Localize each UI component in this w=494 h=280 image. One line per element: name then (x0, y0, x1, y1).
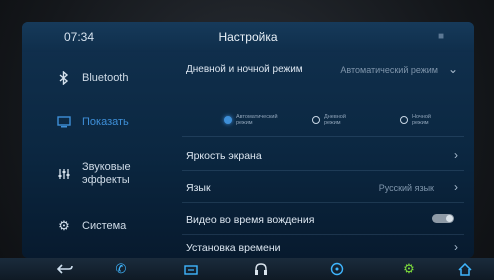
sidebar-item-bluetooth[interactable]: Bluetooth (22, 58, 172, 98)
settings-button[interactable]: ⚙ (400, 260, 418, 278)
sidebar-item-label: Bluetooth (82, 71, 129, 84)
radio-day-mode[interactable]: Дневной режим (312, 114, 358, 126)
bluetooth-icon (56, 70, 72, 86)
radio-label: Ночной режим (412, 114, 431, 126)
music-button[interactable] (252, 260, 270, 278)
settings-list: Дневной и ночной режим Автоматический ре… (172, 52, 474, 258)
bottom-dock: ✆ ⚙ (0, 258, 494, 280)
radio-night-mode[interactable]: Ночной режим (400, 114, 446, 126)
video-while-driving-row: Видео во время вождения (182, 204, 464, 235)
settings-sidebar: Bluetooth Показать Звуковые эффекты ⚙ Си… (22, 52, 172, 258)
radio-selected-icon (224, 116, 232, 124)
status-icon: ■ (438, 31, 445, 42)
radio-unselected-icon (312, 116, 320, 124)
phone-icon: ✆ (115, 261, 127, 276)
day-night-mode-row[interactable]: Дневной и ночной режим Автоматический ре… (182, 52, 464, 137)
radio-label: Автоматический режим (236, 114, 278, 126)
car-button[interactable] (328, 260, 346, 278)
settings-icon: ⚙ (403, 261, 415, 276)
chevron-right-icon: › (454, 148, 458, 162)
radio-unselected-icon (400, 116, 408, 124)
sidebar-item-label: Звуковые эффекты (82, 161, 131, 186)
sidebar-item-system[interactable]: ⚙ Система (22, 206, 172, 246)
radio-icon (184, 264, 198, 275)
equalizer-icon (56, 166, 72, 182)
language-value: Русский язык (378, 183, 434, 193)
video-while-driving-label: Видео во время вождения (186, 214, 315, 226)
brightness-label: Яркость экрана (186, 150, 262, 162)
headphones-icon (255, 263, 267, 275)
time-setting-row[interactable]: Установка времени › (182, 236, 464, 258)
day-night-mode-value: Автоматический режим (340, 65, 438, 75)
chevron-right-icon: › (454, 180, 458, 194)
day-night-mode-label: Дневной и ночной режим (186, 64, 303, 75)
phone-button[interactable]: ✆ (112, 260, 130, 278)
back-button[interactable] (56, 260, 74, 278)
sidebar-item-display[interactable]: Показать (22, 102, 172, 142)
steering-wheel-icon (330, 262, 344, 276)
sidebar-item-sound-effects[interactable]: Звуковые эффекты (22, 152, 172, 196)
language-row[interactable]: Язык Русский язык › (182, 172, 464, 203)
head-unit-screen: 07:34 Настройка ■ Bluetooth Показать Зву… (22, 22, 474, 258)
gear-icon: ⚙ (58, 218, 70, 233)
home-icon (458, 262, 472, 276)
radio-auto-mode[interactable]: Автоматический режим (224, 114, 278, 126)
brightness-row[interactable]: Яркость экрана › (182, 140, 464, 171)
sidebar-item-label: Система (82, 219, 127, 232)
time-setting-label: Установка времени (186, 242, 281, 254)
home-button[interactable] (456, 260, 474, 278)
status-bar: 07:34 Настройка ■ (22, 22, 474, 52)
radio-button[interactable] (182, 260, 200, 278)
chevron-down-icon: ⌄ (447, 62, 458, 76)
chevron-right-icon: › (454, 240, 458, 254)
back-icon (57, 264, 73, 274)
page-title: Настройка (218, 30, 278, 44)
sidebar-item-label: Показать (82, 115, 129, 128)
display-icon (56, 114, 72, 130)
radio-label: Дневной режим (324, 114, 346, 126)
video-while-driving-toggle[interactable] (432, 214, 454, 223)
language-label: Язык (186, 182, 211, 194)
